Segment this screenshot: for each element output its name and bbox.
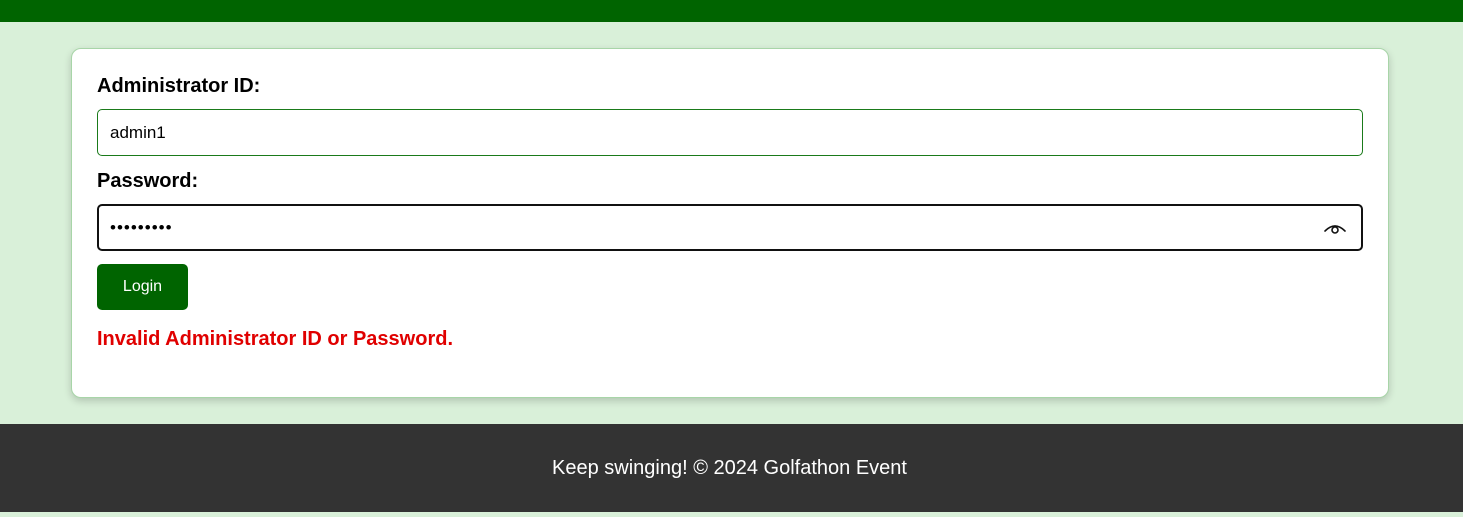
admin-id-field-container	[97, 109, 1363, 156]
footer-text: Keep swinging! © 2024 Golfathon Event	[552, 456, 907, 479]
error-message: Invalid Administrator ID or Password.	[97, 328, 453, 350]
password-field-container	[97, 204, 1363, 251]
password-label: Password:	[97, 170, 199, 192]
eye-icon[interactable]	[1323, 218, 1347, 238]
login-card: Administrator ID: Password: Login Invali…	[71, 48, 1389, 398]
admin-id-input[interactable]	[110, 110, 1310, 155]
password-input[interactable]	[110, 206, 1310, 249]
admin-id-label: Administrator ID:	[97, 75, 261, 97]
footer: Keep swinging! © 2024 Golfathon Event	[0, 424, 1463, 512]
login-button[interactable]: Login	[97, 264, 188, 310]
top-bar	[0, 0, 1463, 22]
